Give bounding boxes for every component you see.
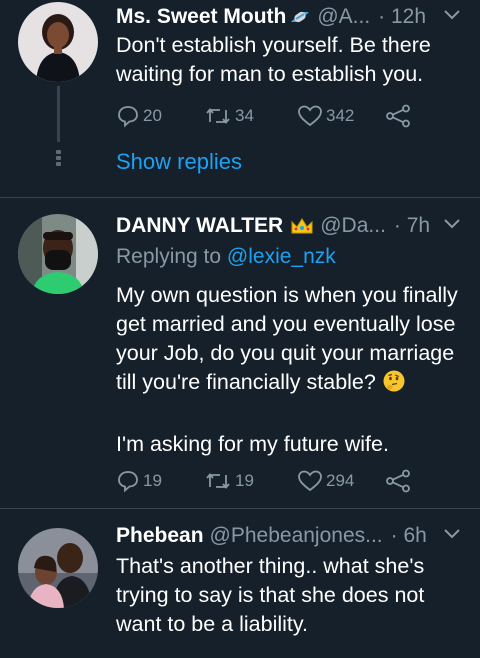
timestamp[interactable]: · 6h	[391, 524, 427, 548]
reply-button[interactable]: 19	[116, 466, 162, 496]
share-icon	[386, 104, 410, 128]
show-replies-link[interactable]: Show replies	[116, 149, 242, 175]
tweet-text: That's another thing.. what she's trying…	[116, 552, 466, 639]
tweet-text-span: My own question is when you finally get …	[116, 283, 458, 394]
chevron-down-icon[interactable]	[442, 217, 462, 231]
handle[interactable]: @Da...	[320, 214, 386, 238]
retweet-icon	[206, 108, 230, 124]
retweet-icon	[206, 473, 230, 489]
tweet-1[interactable]: Ms. Sweet Mouth @A... · 12h Don't establ…	[0, 0, 480, 200]
share-button[interactable]	[384, 466, 412, 496]
retweet-button[interactable]: 34	[204, 101, 254, 131]
handle[interactable]: @A...	[317, 5, 370, 29]
like-count: 342	[326, 106, 355, 125]
chevron-down-icon[interactable]	[442, 8, 462, 22]
avatar-phebean[interactable]	[18, 528, 98, 608]
handle[interactable]: @Phebeanjones...	[210, 524, 383, 548]
share-icon	[386, 469, 410, 493]
chevron-down-icon[interactable]	[442, 527, 462, 541]
tweet-text: Don't establish yourself. Be there waiti…	[116, 31, 466, 89]
timestamp[interactable]: · 7h	[394, 214, 430, 238]
action-bar: 19 19 294	[116, 466, 456, 496]
tweet-text-line: My own question is when you finally get …	[116, 281, 466, 401]
more-replies-dots	[55, 148, 62, 168]
display-name[interactable]: Ms. Sweet Mouth	[116, 5, 286, 29]
like-button[interactable]: 294	[297, 466, 354, 496]
tweet-header: Ms. Sweet Mouth @A... · 12h	[116, 0, 462, 34]
tweet-header: DANNY WALTER @Da... · 7h	[116, 209, 462, 243]
display-name[interactable]: Phebean	[116, 524, 204, 548]
candy-emoji-icon	[289, 8, 311, 26]
tweet-text-line: Don't establish yourself. Be there waiti…	[116, 33, 431, 86]
tweet-text-line: That's another thing.. what she's trying…	[116, 554, 425, 636]
avatar-ms-sweet-mouth[interactable]	[18, 2, 98, 82]
display-name[interactable]: DANNY WALTER	[116, 214, 283, 238]
tweet-3[interactable]: Phebean @Phebeanjones... · 6h That's ano…	[0, 509, 480, 658]
like-count: 294	[326, 471, 355, 490]
action-bar: 20 34 342	[116, 101, 456, 131]
heart-icon	[298, 470, 322, 492]
mention-link[interactable]: @lexie_nzk	[227, 245, 336, 268]
retweet-button[interactable]: 19	[204, 466, 254, 496]
reply-button[interactable]: 20	[116, 101, 162, 131]
like-button[interactable]: 342	[297, 101, 354, 131]
reply-count: 19	[143, 471, 162, 490]
retweet-count: 34	[235, 106, 254, 125]
tweet-text: My own question is when you finally get …	[116, 281, 466, 459]
tweet-text-line: I'm asking for my future wife.	[116, 432, 389, 456]
retweet-count: 19	[235, 471, 254, 490]
replying-to-label: Replying to	[116, 245, 222, 268]
tweet-header: Phebean @Phebeanjones... · 6h	[116, 519, 462, 553]
share-button[interactable]	[384, 101, 412, 131]
timestamp[interactable]: · 12h	[378, 5, 426, 29]
reply-icon	[118, 471, 138, 493]
thinking-face-emoji-icon	[382, 369, 406, 401]
avatar-danny-walter[interactable]	[18, 214, 98, 294]
replying-to: Replying to @lexie_nzk	[116, 245, 336, 269]
heart-icon	[298, 105, 322, 127]
reply-icon	[118, 106, 138, 128]
reply-count: 20	[143, 106, 162, 125]
thread-line	[57, 86, 60, 142]
tweet-2[interactable]: DANNY WALTER @Da... · 7h Replying to @le…	[0, 198, 480, 503]
crown-emoji-icon	[290, 217, 314, 235]
